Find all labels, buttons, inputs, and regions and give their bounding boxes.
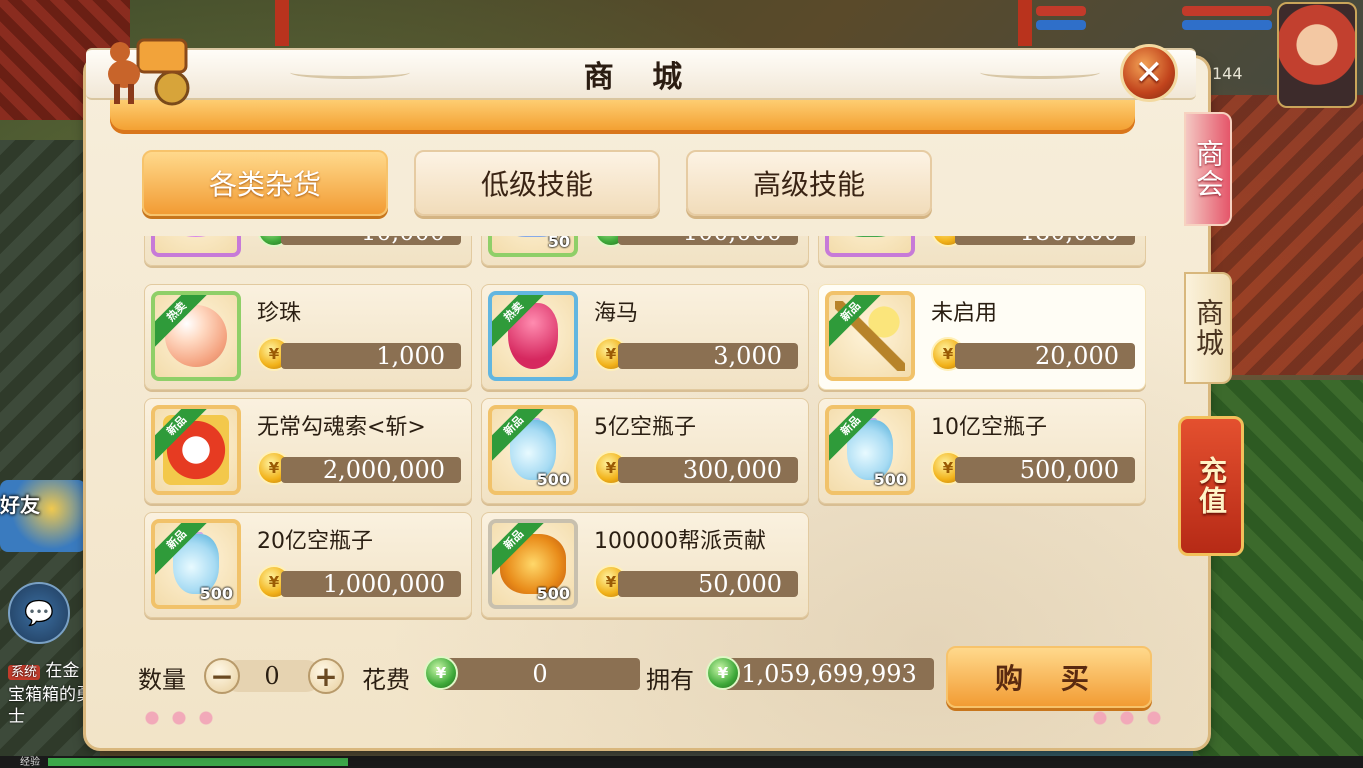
item-card[interactable]: 新品 无常勾魂索<斩> ¥2,000,000 [144, 398, 472, 504]
close-icon[interactable]: ✕ [1120, 44, 1178, 102]
item-price: 100,000 [618, 236, 798, 245]
player-avatar[interactable] [1277, 2, 1357, 108]
exp-bar-fill [48, 758, 348, 766]
item-price: 300,000 [618, 457, 798, 483]
item-card-partial[interactable]: ¥ 180,000 [818, 236, 1146, 266]
item-card[interactable]: 新品 500 5亿空瓶子 ¥300,000 [481, 398, 809, 504]
seahorse-icon: 热卖 [488, 291, 578, 381]
buy-button[interactable]: 购 买 [946, 646, 1152, 708]
item-card-partial[interactable]: ¥ 10,000 [144, 236, 472, 266]
minus-icon[interactable]: − [204, 658, 240, 694]
tab-low-skills[interactable]: 低级技能 [414, 150, 660, 216]
item-name: 20亿空瓶子 [257, 529, 373, 554]
item-card[interactable]: 新品 未启用 ¥20,000 [818, 284, 1146, 390]
title-ornament [290, 66, 410, 79]
bottle-icon: 新品 500 [488, 405, 578, 495]
title-ornament [980, 66, 1100, 79]
header-strip [110, 96, 1135, 134]
side-tab-label: 商城 [1192, 298, 1225, 358]
item-name: 无常勾魂索<斩> [257, 415, 426, 440]
bag-icon: 新品 500 [488, 519, 578, 609]
friend-label: 好友 [0, 493, 40, 517]
purple-orb-icon [151, 236, 241, 257]
cost-value: 0 [440, 658, 640, 690]
horse-cart-icon [108, 38, 190, 106]
side-tab-chamber[interactable]: 商会 [1184, 112, 1232, 226]
blue-item-icon: 50 [488, 236, 578, 257]
item-name: 5亿空瓶子 [594, 415, 696, 440]
player-mp-bar [1182, 20, 1272, 30]
item-quantity: 500 [199, 584, 233, 603]
item-card[interactable]: 新品 500 20亿空瓶子 ¥1,000,000 [144, 512, 472, 618]
chat-log: 系统 在金宝箱箱的勇士 [8, 660, 94, 728]
hammer-icon: 新品 [825, 291, 915, 381]
jade-coin-icon: ¥ [424, 656, 458, 690]
item-price: 1,000 [281, 343, 461, 369]
item-name: 未启用 [931, 301, 998, 326]
item-card-partial[interactable]: 50 ¥ 100,000 [481, 236, 809, 266]
item-price: 3,000 [618, 343, 798, 369]
cost-label: 花费 [362, 666, 410, 694]
quantity-label: 数量 [138, 666, 186, 694]
side-tab-mall[interactable]: 商城 [1184, 272, 1232, 384]
item-card[interactable]: 新品 500 10亿空瓶子 ¥500,000 [818, 398, 1146, 504]
blossom-decoration [1082, 708, 1172, 728]
item-price: 1,000,000 [281, 571, 461, 597]
item-quantity: 500 [873, 470, 907, 489]
blossom-decoration [134, 708, 224, 728]
own-value: 1,059,699,993 [724, 658, 934, 690]
item-grid[interactable]: ¥ 10,000 50 ¥ 100,000 ¥ 180,000 热卖珍珠¥1,0… [140, 236, 1150, 622]
tab-general-goods[interactable]: 各类杂货 [142, 150, 388, 216]
item-quantity: 50 [547, 236, 570, 251]
side-tab-label: 商会 [1192, 139, 1225, 199]
own-label: 拥有 [646, 666, 694, 694]
tab-label: 低级技能 [480, 168, 593, 201]
player-level: 144 [1212, 64, 1243, 83]
item-card[interactable]: 热卖 海马 ¥3,000 [481, 284, 809, 390]
hp-bar [1036, 6, 1086, 16]
item-price: 2,000,000 [281, 457, 461, 483]
item-card[interactable]: 热卖 珍珠 ¥1,000 [144, 284, 472, 390]
item-price: 180,000 [955, 236, 1135, 245]
item-name: 10亿空瓶子 [931, 415, 1047, 440]
mp-bar [1036, 20, 1086, 30]
exp-label: 经验 [20, 757, 40, 768]
item-quantity: 500 [536, 470, 570, 489]
pearl-icon: 热卖 [151, 291, 241, 381]
pillar [275, 0, 289, 46]
item-name: 100000帮派贡献 [594, 529, 766, 554]
tab-label: 各类杂货 [208, 168, 321, 201]
page-title: 商 城 [583, 60, 697, 95]
chat-system-tag: 系统 [8, 665, 41, 680]
item-quantity: 500 [536, 584, 570, 603]
leaf-item-icon [825, 236, 915, 257]
jade-coin-icon: ¥ [706, 656, 740, 690]
bottle-icon: 新品 500 [825, 405, 915, 495]
bottle-icon: 新品 500 [151, 519, 241, 609]
side-tab-recharge[interactable]: 充值 [1178, 416, 1244, 556]
item-name: 海马 [594, 301, 639, 326]
tab-high-skills[interactable]: 高级技能 [686, 150, 932, 216]
side-tab-label: 充值 [1195, 456, 1228, 516]
exp-bar: 经验 [0, 756, 1363, 768]
player-hp-bar [1182, 6, 1272, 16]
pillar [1018, 0, 1032, 46]
item-price: 50,000 [618, 571, 798, 597]
plus-icon[interactable]: + [308, 658, 344, 694]
tab-label: 高级技能 [752, 168, 865, 201]
item-price: 20,000 [955, 343, 1135, 369]
item-name: 珍珠 [257, 301, 302, 326]
chat-icon[interactable]: 💬 [8, 582, 70, 644]
scroll-icon: 新品 [151, 405, 241, 495]
item-price: 10,000 [281, 236, 461, 245]
item-price: 500,000 [955, 457, 1135, 483]
item-card[interactable]: 新品 500 100000帮派贡献 ¥50,000 [481, 512, 809, 618]
